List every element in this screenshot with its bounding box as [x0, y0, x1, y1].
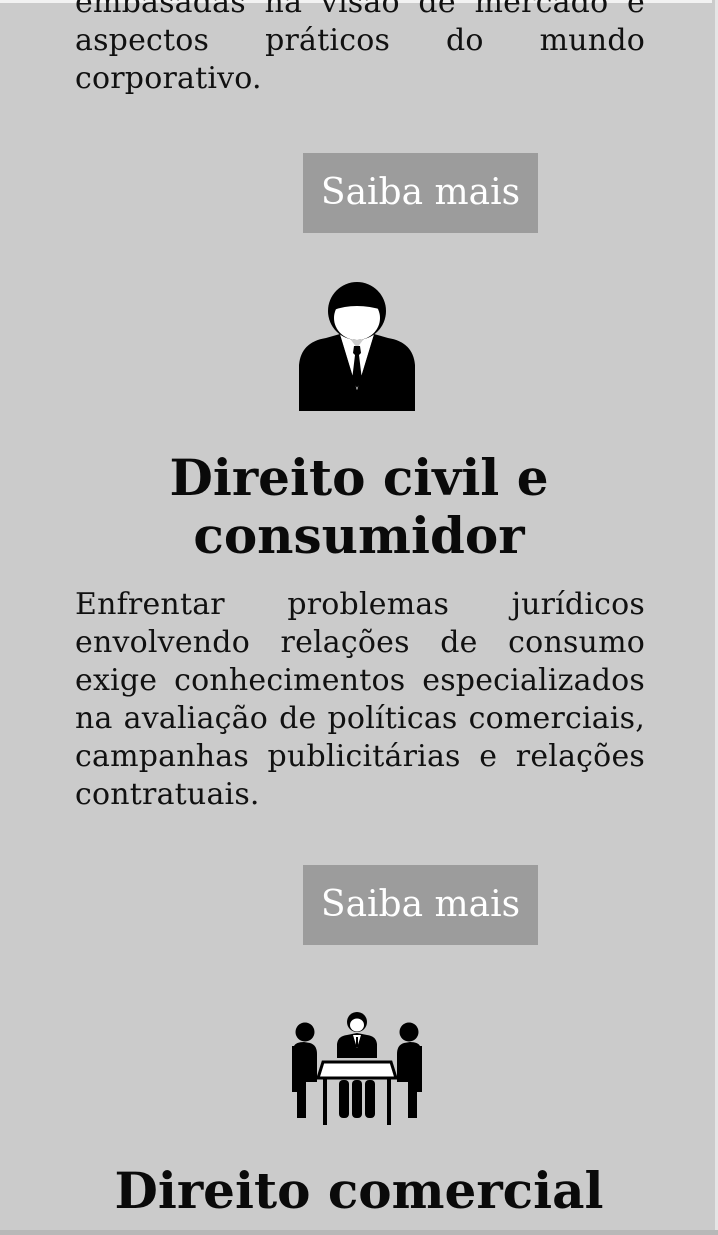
civil-paragraph: Enfrentar problemas jurídicos envolvendo…: [75, 587, 645, 812]
intro-paragraph: embasadas na visão de mercado e aspectos…: [75, 0, 645, 96]
business-meeting-icon: [292, 1012, 422, 1125]
lawyer-person-icon: [299, 282, 415, 411]
section-title-comercial: Direito comercial: [114, 1161, 604, 1220]
page: embasadas na visão de mercado e aspectos…: [0, 0, 718, 1235]
saiba-mais-button-1[interactable]: Saiba mais: [303, 153, 538, 233]
saiba-mais-button-2[interactable]: Saiba mais: [303, 865, 538, 945]
section-title-civil: Direito civil e consumidor: [169, 448, 549, 565]
bottom-edge: [0, 1230, 718, 1235]
